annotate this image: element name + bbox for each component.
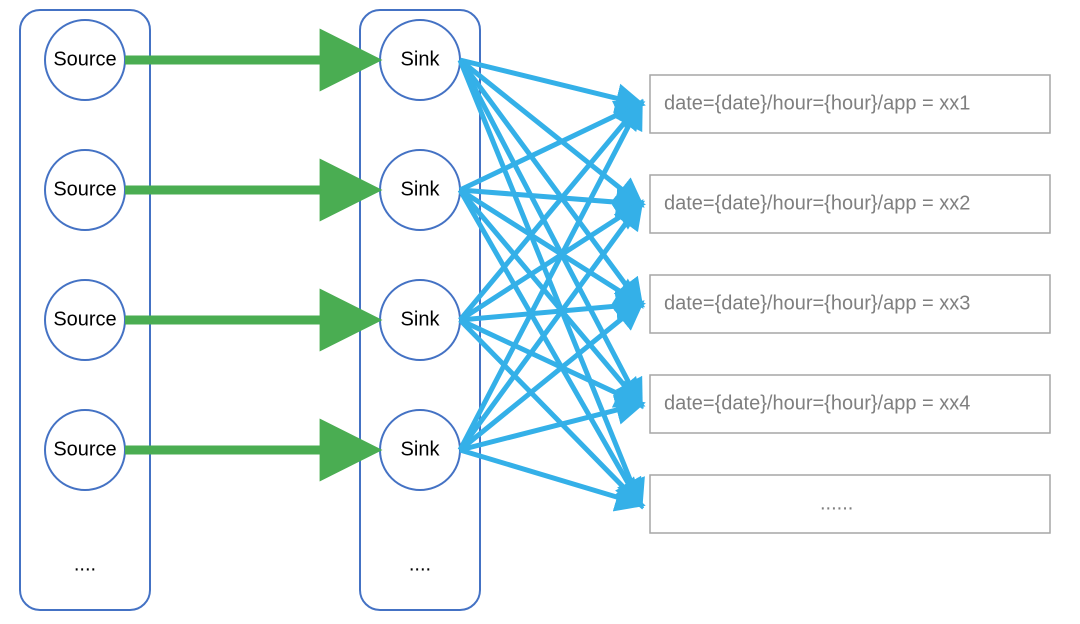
sink-node-1: Sink — [380, 150, 460, 230]
source-node-0: Source — [45, 20, 125, 100]
output-box-2: date={date}/hour={hour}/app = xx3 — [650, 275, 1050, 333]
svg-text:date={date}/hour={hour}/app =: date={date}/hour={hour}/app = xx4 — [664, 392, 970, 414]
output-box-1: date={date}/hour={hour}/app = xx2 — [650, 175, 1050, 233]
svg-text:Source: Source — [53, 178, 116, 200]
svg-text:Sink: Sink — [401, 178, 441, 200]
svg-text:Sink: Sink — [401, 308, 441, 330]
svg-text:Source: Source — [53, 438, 116, 460]
output-box-0: date={date}/hour={hour}/app = xx1 — [650, 75, 1050, 133]
svg-text:Sink: Sink — [401, 438, 441, 460]
sink-node-0: Sink — [380, 20, 460, 100]
source-node-3: Source — [45, 410, 125, 490]
output-box-4: ...... — [650, 475, 1050, 533]
sink-ellipsis: .... — [409, 553, 431, 575]
svg-text:Source: Source — [53, 308, 116, 330]
sink-output-edges — [460, 60, 640, 504]
sink-node-3: Sink — [380, 410, 460, 490]
source-node-1: Source — [45, 150, 125, 230]
svg-text:......: ...... — [820, 492, 853, 514]
svg-text:date={date}/hour={hour}/app =: date={date}/hour={hour}/app = xx2 — [664, 192, 970, 214]
svg-text:date={date}/hour={hour}/app =: date={date}/hour={hour}/app = xx3 — [664, 292, 970, 314]
output-box-3: date={date}/hour={hour}/app = xx4 — [650, 375, 1050, 433]
pipeline-diagram: Source Source Source Source .... Sink Si… — [0, 0, 1080, 624]
source-node-2: Source — [45, 280, 125, 360]
svg-text:Source: Source — [53, 48, 116, 70]
source-ellipsis: .... — [74, 553, 96, 575]
sink-node-2: Sink — [380, 280, 460, 360]
svg-text:Sink: Sink — [401, 48, 441, 70]
svg-text:date={date}/hour={hour}/app =: date={date}/hour={hour}/app = xx1 — [664, 92, 970, 114]
